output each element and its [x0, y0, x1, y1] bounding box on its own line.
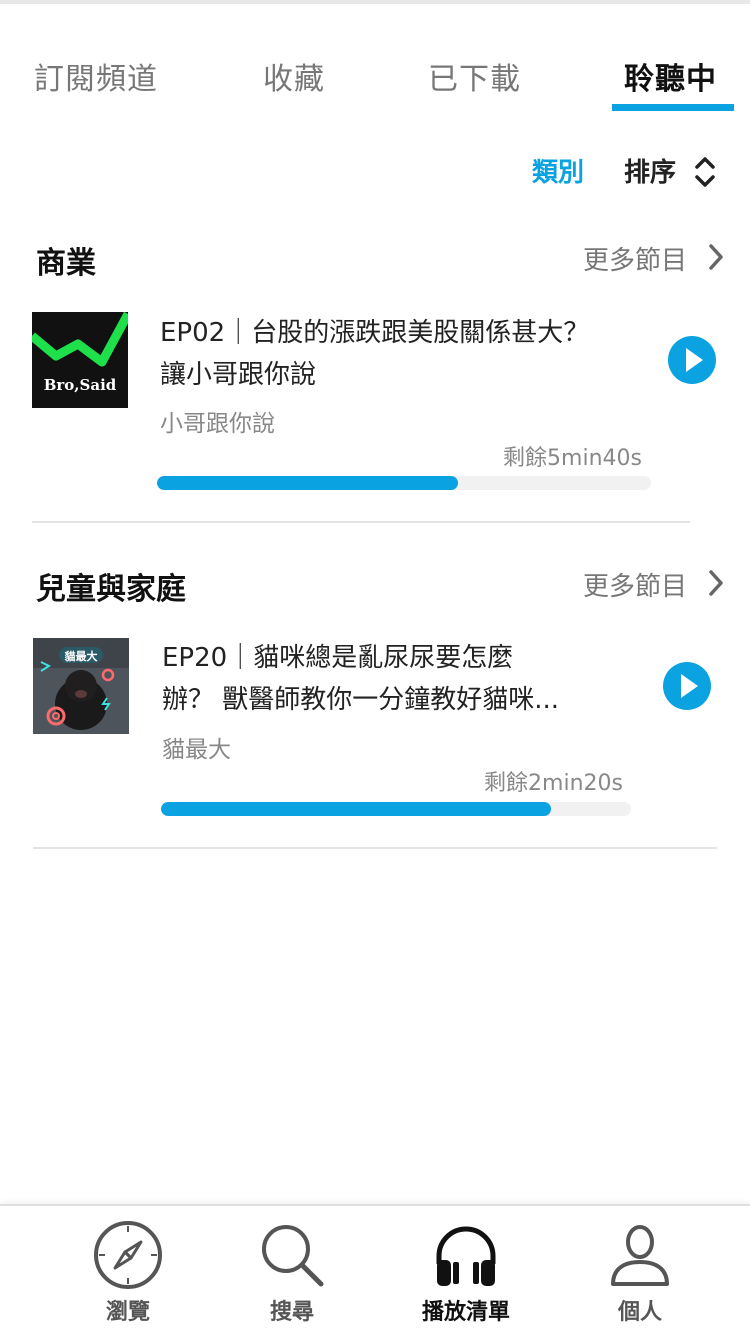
episode-title-line2: 辦？ 獸醫師教你一分鐘教好貓咪...: [162, 685, 560, 715]
episode-thumbnail-bro-said[interactable]: Bro,Said: [32, 312, 128, 408]
thumbnail-label: Bro,Said: [43, 376, 117, 394]
episode-title-line1: EP20｜貓咪總是亂尿尿要怎麼: [162, 643, 514, 673]
filter-row: 類別 排序: [0, 150, 750, 194]
more-episodes-link-business[interactable]: 更多節目: [583, 240, 687, 277]
tab-downloaded[interactable]: 已下載: [428, 54, 521, 98]
nav-label: 個人: [617, 1300, 662, 1325]
nav-item-search[interactable]: 搜尋: [222, 1206, 362, 1338]
episode-title-line1: EP02｜台股的漲跌跟美股關係甚大？: [160, 318, 590, 348]
episode-progress-bar: [161, 802, 631, 816]
top-tabs: 訂閱頻道 收藏 已下載 聆聽中: [0, 40, 750, 112]
more-episodes-link-kids-family[interactable]: 更多節目: [583, 566, 687, 603]
tab-subscribed[interactable]: 訂閱頻道: [34, 54, 158, 98]
episode-progress-fill: [161, 802, 552, 816]
search-icon: [262, 1225, 324, 1287]
nav-label: 搜尋: [269, 1300, 314, 1325]
headphones-icon: [436, 1226, 496, 1286]
episode-title[interactable]: EP02｜台股的漲跌跟美股關係甚大？ 讓小哥跟你說: [160, 312, 640, 396]
compass-icon: [94, 1221, 162, 1289]
section-title-business: 商業: [36, 246, 96, 281]
nav-label: 播放清單: [421, 1300, 510, 1325]
nav-label: 瀏覽: [105, 1300, 150, 1325]
category-filter-button[interactable]: 類別: [532, 152, 584, 189]
chevron-right-icon[interactable]: [706, 241, 726, 273]
episode-remaining-time: 剩餘2min20s: [484, 771, 623, 796]
chevron-right-icon[interactable]: [706, 567, 726, 599]
person-icon: [611, 1225, 669, 1286]
status-divider: [0, 0, 750, 4]
episode-title[interactable]: EP20｜貓咪總是亂尿尿要怎麼 辦？ 獸醫師教你一分鐘教好貓咪...: [162, 637, 642, 721]
episode-progress-fill: [157, 476, 459, 490]
episode-thumbnail-cat[interactable]: 貓最大: [33, 638, 129, 734]
section-title-kids-family: 兒童與家庭: [36, 572, 186, 607]
episode-channel: 貓最大: [162, 737, 231, 763]
episode-progress-bar: [157, 476, 651, 490]
tab-favorites[interactable]: 收藏: [263, 54, 325, 98]
nav-item-playlist[interactable]: 播放清單: [396, 1206, 536, 1338]
active-tab-indicator: [612, 104, 734, 111]
thumbnail-label: 貓最大: [64, 650, 98, 663]
episode-channel: 小哥跟你說: [160, 411, 275, 437]
nav-item-profile[interactable]: 個人: [570, 1206, 710, 1338]
play-button-icon[interactable]: [667, 335, 717, 385]
nav-item-browse[interactable]: 瀏覽: [58, 1206, 198, 1338]
tab-listening[interactable]: 聆聽中: [624, 54, 717, 98]
divider: [33, 847, 717, 849]
sort-updown-icon[interactable]: [692, 154, 718, 190]
episode-remaining-time: 剩餘5min40s: [503, 446, 642, 471]
episode-title-line2: 讓小哥跟你說: [160, 360, 317, 390]
bottom-navigation: 瀏覽 搜尋 播放清單 個人: [0, 1204, 750, 1338]
sort-button[interactable]: 排序: [624, 152, 676, 189]
play-button-icon[interactable]: [662, 661, 712, 711]
divider: [32, 521, 690, 523]
